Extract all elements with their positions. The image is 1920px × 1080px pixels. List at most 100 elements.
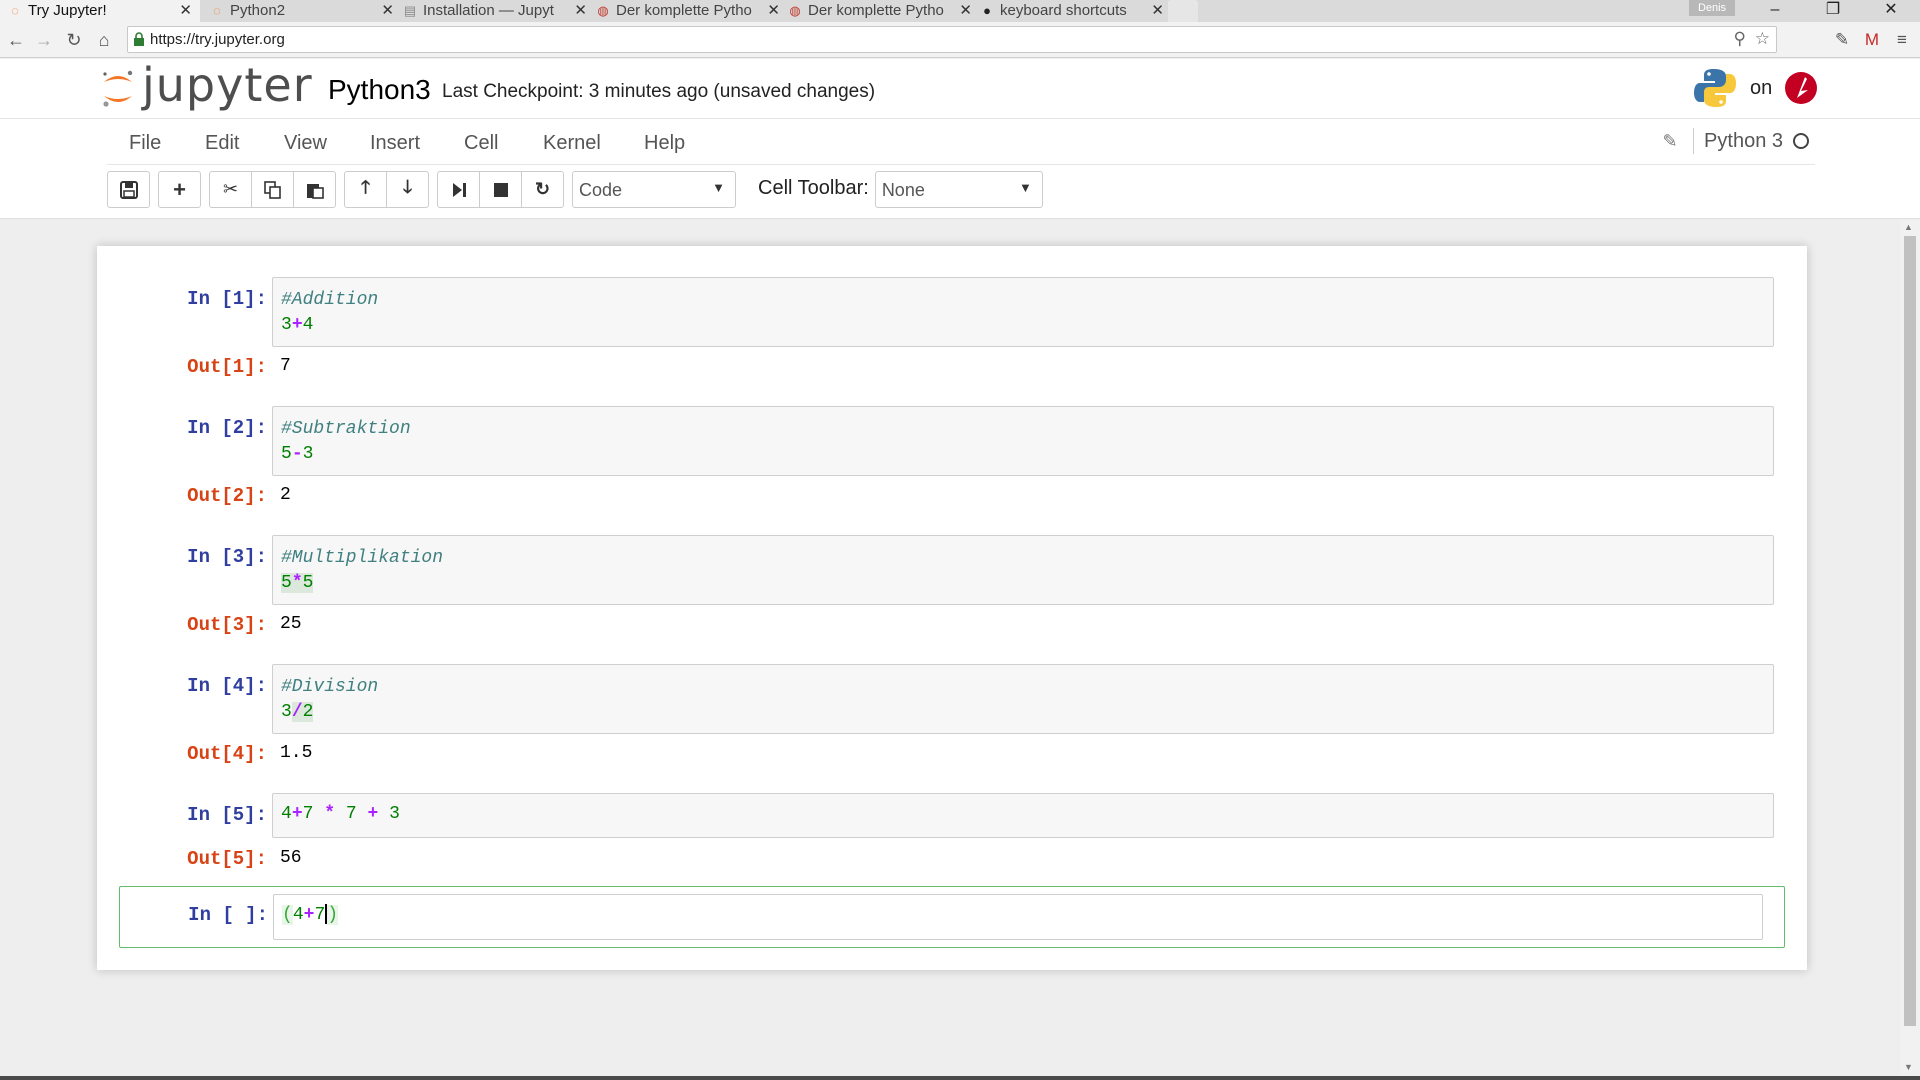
active-code-cell[interactable]: In [ ]: (4+7) [119, 886, 1785, 948]
menu-cell[interactable]: Cell [464, 132, 498, 155]
close-tab-icon[interactable]: ✕ [574, 0, 587, 22]
reload-icon[interactable]: ↻ [62, 28, 86, 52]
cell-toolbar-select[interactable]: None ▼ [874, 171, 1043, 208]
zoom-icon[interactable]: ⚲ [1734, 29, 1746, 49]
run-button[interactable] [437, 171, 480, 208]
move-up-button[interactable]: 🡑 [344, 171, 387, 208]
cell-output: 7 [280, 356, 291, 376]
code-token: 5 [302, 573, 314, 593]
scrollbar-thumb[interactable] [1904, 236, 1916, 1026]
close-tab-icon[interactable]: ✕ [381, 0, 394, 22]
menu-file[interactable]: File [129, 132, 161, 155]
copy-button[interactable] [251, 171, 294, 208]
browser-tab[interactable]: ▤ Installation — Jupyt ✕ [395, 0, 595, 22]
code-line: (4+7) [282, 903, 1754, 928]
close-tab-icon[interactable]: ✕ [959, 0, 972, 22]
code-token: 5 [281, 444, 292, 464]
extension-icon[interactable]: ✎ [1830, 29, 1854, 51]
url-text: https://try.jupyter.org [150, 31, 285, 48]
restart-button[interactable]: ↻ [521, 171, 564, 208]
github-icon: ● [983, 3, 991, 18]
menu-view[interactable]: View [284, 132, 327, 155]
vertical-scrollbar[interactable]: ▲ ▼ [1900, 220, 1920, 1080]
code-input[interactable]: #Subtraktion 5-3 [272, 406, 1774, 476]
scroll-down-icon[interactable]: ▼ [1904, 1062, 1913, 1072]
close-tab-icon[interactable]: ✕ [179, 0, 192, 22]
minimize-icon[interactable]: – [1746, 0, 1804, 22]
code-line: 5*5 [281, 571, 1765, 596]
code-input-active[interactable]: (4+7) [273, 894, 1763, 940]
code-token: * [291, 573, 303, 593]
output-prompt: Out[1]: [187, 356, 267, 378]
restore-icon[interactable]: ❐ [1804, 0, 1862, 22]
code-comment: #Subtraktion [281, 419, 411, 439]
cut-button[interactable]: ✂ [209, 171, 252, 208]
menu-kernel[interactable]: Kernel [543, 132, 601, 155]
browser-tab[interactable]: ◍ Der komplette Pytho ✕ [588, 0, 788, 22]
menubar: File Edit View Insert Cell Kernel Help ✎… [107, 119, 1815, 165]
paste-button[interactable] [293, 171, 336, 208]
pencil-icon[interactable]: ✎ [1655, 126, 1685, 156]
scroll-up-icon[interactable]: ▲ [1904, 222, 1913, 232]
cell-output: 2 [280, 485, 291, 505]
hosted-on: on [1694, 67, 1818, 109]
copy-icon [263, 180, 281, 199]
input-prompt: In [ ]: [188, 904, 268, 926]
code-token: 3 [281, 315, 292, 335]
cell-type-select[interactable]: Code ▼ [572, 171, 736, 208]
save-button[interactable] [107, 171, 150, 208]
code-token: 5 [281, 573, 292, 593]
code-input[interactable]: #Division 3/2 [272, 664, 1774, 734]
tab-title: Try Jupyter! [28, 2, 107, 19]
notebook-name[interactable]: Python3 [328, 74, 431, 106]
cell-output: 1.5 [280, 743, 313, 763]
bookmark-star-icon[interactable]: ☆ [1755, 29, 1770, 49]
output-prompt: Out[4]: [187, 743, 267, 765]
profile-badge[interactable]: Denis [1689, 0, 1735, 16]
new-tab-button[interactable] [1168, 0, 1198, 22]
kernel-name: Python 3 [1704, 129, 1783, 152]
jupyter-logo-icon [103, 70, 133, 107]
gmail-icon[interactable]: M [1860, 29, 1884, 51]
close-window-icon[interactable]: ✕ [1862, 0, 1920, 22]
code-input[interactable]: #Multiplikation 5*5 [272, 535, 1774, 605]
browser-tab[interactable]: ● keyboard shortcuts ✕ [972, 0, 1172, 22]
chrome-menu-icon[interactable]: ≡ [1890, 29, 1914, 51]
jupyter-logo[interactable]: jupyter [100, 58, 313, 113]
close-tab-icon[interactable]: ✕ [767, 0, 780, 22]
insert-cell-button[interactable]: + [158, 171, 201, 208]
browser-tab[interactable]: ◌ Python2 ✕ [202, 0, 402, 22]
code-token: ) [327, 905, 339, 925]
code-input[interactable]: 4+7 * 7 + 3 [272, 793, 1774, 838]
save-icon [119, 180, 138, 199]
code-token: ( [282, 905, 293, 925]
interrupt-button[interactable] [479, 171, 522, 208]
forward-arrow-icon[interactable]: → [32, 28, 56, 52]
back-arrow-icon[interactable]: ← [4, 28, 28, 52]
code-line: 3/2 [281, 700, 1765, 725]
menu-edit[interactable]: Edit [205, 132, 239, 155]
tab-title: Der komplette Pytho [808, 2, 944, 19]
rackspace-logo-icon [1785, 72, 1818, 104]
output-prompt: Out[3]: [187, 614, 267, 636]
udemy-icon: ◍ [597, 3, 609, 18]
divider [1693, 128, 1695, 154]
menu-help[interactable]: Help [644, 132, 685, 155]
kernel-idle-icon [1793, 133, 1809, 149]
menu-insert[interactable]: Insert [370, 132, 420, 155]
jupyter-icon: ◌ [11, 3, 19, 18]
code-input[interactable]: #Addition 3+4 [272, 277, 1774, 347]
menubar-container: File Edit View Insert Cell Kernel Help ✎… [0, 119, 1920, 219]
url-field[interactable]: https://try.jupyter.org ⚲ ☆ [127, 26, 1777, 53]
close-tab-icon[interactable]: ✕ [1151, 0, 1164, 22]
move-down-button[interactable]: 🡓 [386, 171, 429, 208]
notebook-container: In [1]: #Addition 3+4 Out[1]: 7 In [2]: … [97, 246, 1807, 970]
code-token: + [291, 315, 303, 335]
toolbar: + ✂ 🡑 🡓 ↻ Code ▼ Cell Toolbar: None ▼ [107, 171, 1043, 209]
checkpoint-status: Last Checkpoint: 3 minutes ago (unsaved … [442, 81, 876, 102]
code-token: - [291, 444, 303, 464]
home-icon[interactable]: ⌂ [92, 28, 116, 52]
browser-tab[interactable]: ◌ Try Jupyter! ✕ [0, 0, 200, 22]
browser-tab[interactable]: ◍ Der komplette Pytho ✕ [780, 0, 980, 22]
python-logo-icon [1694, 69, 1736, 107]
